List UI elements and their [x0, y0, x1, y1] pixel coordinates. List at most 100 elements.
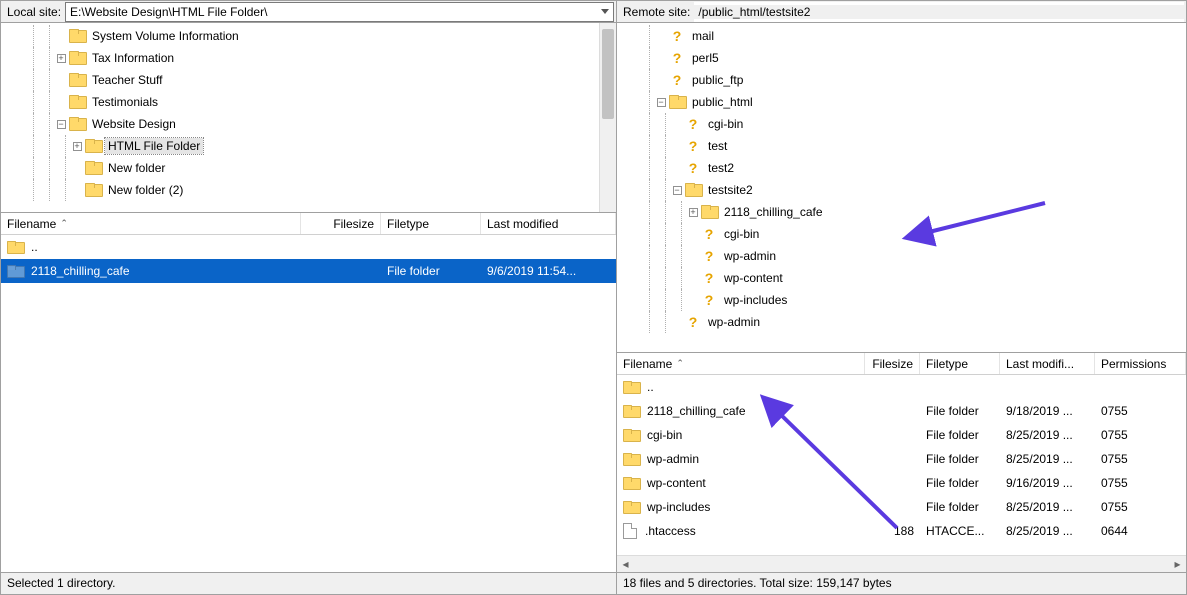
tree-expander[interactable] — [53, 72, 69, 88]
unknown-icon: ? — [669, 28, 685, 44]
tree-item-label: testsite2 — [705, 182, 756, 198]
tree-item-label: wp-content — [721, 270, 786, 286]
unknown-icon: ? — [685, 138, 701, 154]
tree-expander[interactable] — [685, 248, 701, 264]
tree-expander[interactable]: − — [669, 182, 685, 198]
tree-expander[interactable] — [669, 314, 685, 330]
col-modified[interactable]: Last modified — [481, 213, 616, 234]
tree-item[interactable]: ?public_ftp — [621, 69, 1186, 91]
tree-item-label: public_html — [689, 94, 756, 110]
file-row[interactable]: wp-contentFile folder9/16/2019 ...0755 — [617, 471, 1186, 495]
file-modified: 8/25/2019 ... — [1000, 500, 1095, 514]
tree-expander[interactable] — [669, 138, 685, 154]
col-filetype-r[interactable]: Filetype — [920, 353, 1000, 374]
remote-tree[interactable]: ?mail?perl5?public_ftp−public_html?cgi-b… — [617, 23, 1186, 353]
folder-icon — [85, 161, 101, 175]
tree-expander[interactable] — [53, 94, 69, 110]
tree-item[interactable]: − public_html — [621, 91, 1186, 113]
scrollbar-horizontal[interactable]: ◂ ▸ — [617, 555, 1186, 572]
tree-item[interactable]: +2118_chilling_cafe — [621, 201, 1186, 223]
tree-item[interactable]: New folder — [5, 157, 616, 179]
tree-item[interactable]: ?wp-admin — [621, 311, 1186, 333]
file-row[interactable]: .. — [617, 375, 1186, 399]
col-permissions-r[interactable]: Permissions — [1095, 353, 1186, 374]
tree-item[interactable]: ?perl5 — [621, 47, 1186, 69]
col-filetype[interactable]: Filetype — [381, 213, 481, 234]
tree-item[interactable]: ?wp-includes — [621, 289, 1186, 311]
col-modified-r[interactable]: Last modifi... — [1000, 353, 1095, 374]
chevron-down-icon[interactable] — [597, 3, 613, 21]
tree-expander[interactable] — [685, 226, 701, 242]
tree-item-label: System Volume Information — [89, 28, 242, 44]
folder-icon — [701, 205, 717, 219]
tree-expander[interactable]: − — [653, 94, 669, 110]
file-row[interactable]: 2118_chilling_cafeFile folder9/6/2019 11… — [1, 259, 616, 283]
remote-file-list: Filename⌃ Filesize Filetype Last modifi.… — [617, 353, 1186, 572]
local-tree[interactable]: System Volume Information +Tax Informatio… — [1, 23, 616, 213]
tree-item[interactable]: − testsite2 — [621, 179, 1186, 201]
tree-expander[interactable]: − — [53, 116, 69, 132]
scroll-left-icon[interactable]: ◂ — [617, 557, 634, 572]
tree-expander[interactable] — [53, 28, 69, 44]
scrollbar-vertical[interactable] — [599, 23, 616, 212]
tree-expander[interactable] — [69, 182, 85, 198]
unknown-icon: ? — [669, 72, 685, 88]
tree-expander[interactable] — [653, 72, 669, 88]
col-filesize[interactable]: Filesize — [301, 213, 381, 234]
tree-expander[interactable] — [653, 50, 669, 66]
folder-icon — [85, 183, 101, 197]
local-path-input[interactable] — [66, 5, 597, 19]
tree-item[interactable]: System Volume Information — [5, 25, 616, 47]
tree-item-label: perl5 — [689, 50, 722, 66]
sort-caret-icon: ⌃ — [60, 218, 68, 229]
tree-expander[interactable]: + — [69, 138, 85, 154]
tree-expander[interactable] — [669, 116, 685, 132]
col-filesize-r[interactable]: Filesize — [865, 353, 920, 374]
tree-item[interactable]: ?test — [621, 135, 1186, 157]
file-row[interactable]: .htaccess188HTACCE...8/25/2019 ...0644 — [617, 519, 1186, 543]
tree-item[interactable]: ?cgi-bin — [621, 113, 1186, 135]
tree-item[interactable]: ?wp-content — [621, 267, 1186, 289]
file-row[interactable]: cgi-binFile folder8/25/2019 ...0755 — [617, 423, 1186, 447]
file-row[interactable]: wp-includesFile folder8/25/2019 ...0755 — [617, 495, 1186, 519]
tree-expander[interactable] — [685, 292, 701, 308]
file-type: HTACCE... — [920, 524, 1000, 538]
tree-item[interactable]: Teacher Stuff — [5, 69, 616, 91]
col-filename-r[interactable]: Filename⌃ — [617, 353, 865, 374]
file-row[interactable]: .. — [1, 235, 616, 259]
file-modified: 8/25/2019 ... — [1000, 524, 1095, 538]
folder-icon — [85, 139, 101, 153]
remote-status-bar: 18 files and 5 directories. Total size: … — [617, 572, 1186, 594]
local-path-combo[interactable] — [65, 2, 614, 22]
tree-expander[interactable]: + — [53, 50, 69, 66]
tree-item[interactable]: ?cgi-bin — [621, 223, 1186, 245]
file-row[interactable]: wp-adminFile folder8/25/2019 ...0755 — [617, 447, 1186, 471]
remote-path-text[interactable] — [694, 2, 1184, 22]
unknown-icon: ? — [685, 314, 701, 330]
file-type: File folder — [920, 452, 1000, 466]
folder-icon — [69, 95, 85, 109]
file-name: .. — [31, 240, 38, 254]
tree-expander[interactable] — [669, 160, 685, 176]
tree-expander[interactable] — [69, 160, 85, 176]
tree-item[interactable]: ?mail — [621, 25, 1186, 47]
tree-item[interactable]: −Website Design — [5, 113, 616, 135]
col-filename[interactable]: Filename⌃ — [1, 213, 301, 234]
folder-icon — [623, 381, 639, 394]
tree-item[interactable]: ?wp-admin — [621, 245, 1186, 267]
tree-item[interactable]: Testimonials — [5, 91, 616, 113]
tree-expander[interactable] — [653, 28, 669, 44]
tree-item[interactable]: ?test2 — [621, 157, 1186, 179]
remote-path-input[interactable] — [694, 5, 1184, 19]
tree-expander[interactable] — [685, 270, 701, 286]
file-row[interactable]: 2118_chilling_cafeFile folder9/18/2019 .… — [617, 399, 1186, 423]
unknown-icon: ? — [701, 248, 717, 264]
tree-item[interactable]: +HTML File Folder — [5, 135, 616, 157]
scroll-right-icon[interactable]: ▸ — [1169, 557, 1186, 572]
tree-item[interactable]: New folder (2) — [5, 179, 616, 201]
tree-item[interactable]: +Tax Information — [5, 47, 616, 69]
tree-item-label: mail — [689, 28, 717, 44]
tree-expander[interactable]: + — [685, 204, 701, 220]
file-type: File folder — [381, 264, 481, 278]
tree-item-label: test — [705, 138, 730, 154]
